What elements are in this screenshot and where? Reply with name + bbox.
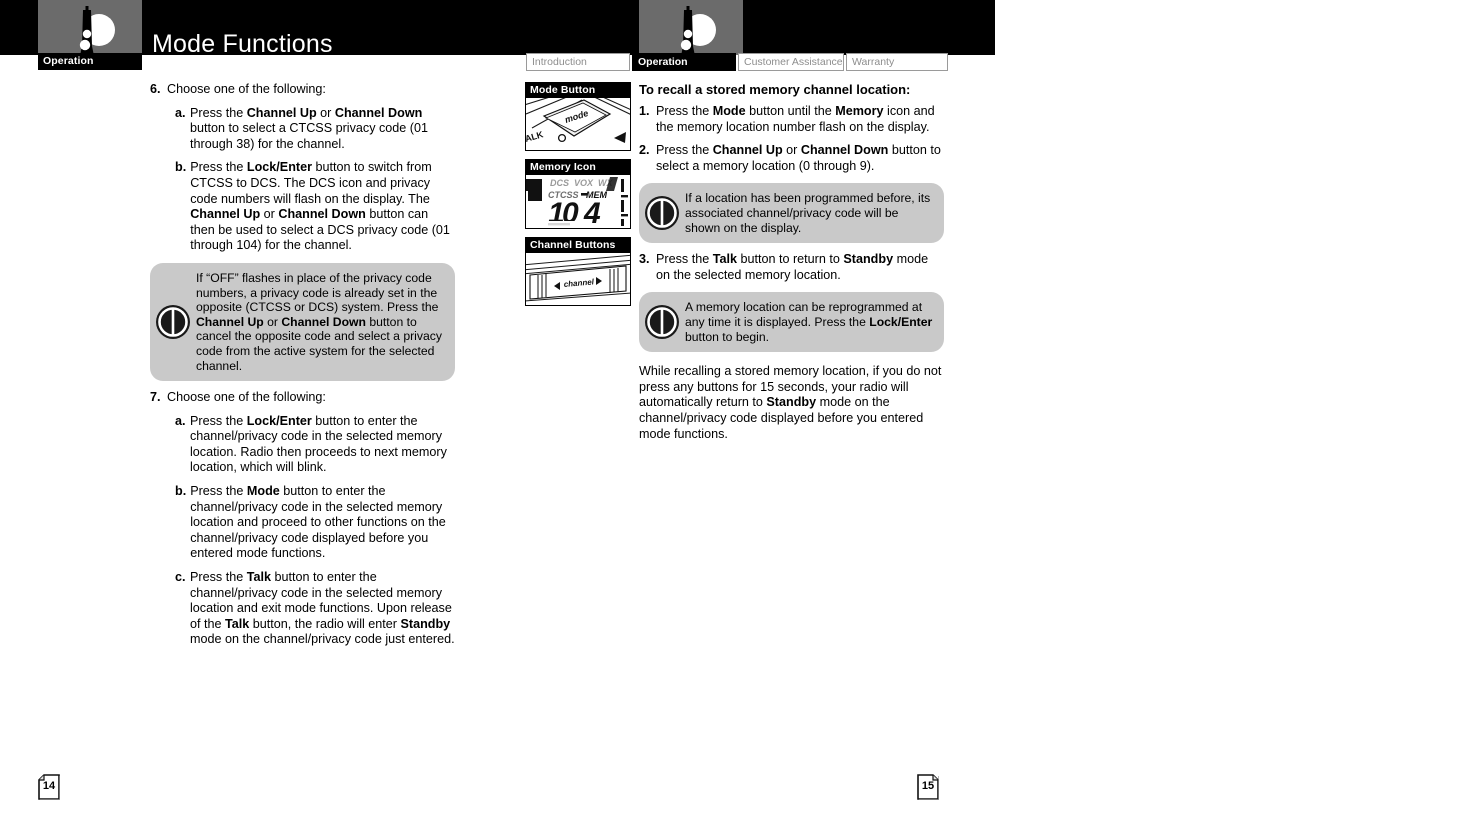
step-6-text: Choose one of the following:: [167, 82, 326, 96]
page-number-right-text: 15: [921, 780, 935, 792]
recall-step-1-marker: 1.: [639, 104, 650, 118]
step-6a-text: Press the Channel Up or Channel Down but…: [190, 105, 428, 151]
page-number-left: 14: [38, 774, 60, 800]
step-7c-marker: c.: [175, 570, 186, 585]
tab-warranty[interactable]: Warranty: [846, 53, 948, 71]
figure-channel-buttons: Channel Buttons channel: [525, 237, 631, 306]
step-6b-marker: b.: [175, 160, 187, 175]
step-7a: a. Press the Lock/Enter button to enter …: [175, 414, 455, 476]
header-black-bar: [0, 0, 995, 55]
note-info-icon: [645, 196, 679, 231]
step-6-substeps: a. Press the Channel Up or Channel Down …: [150, 106, 455, 254]
step-6: 6. Choose one of the following:: [150, 82, 455, 98]
page-number-right: 15: [917, 774, 939, 800]
section-tab-nav[interactable]: Introduction Operation Customer Assistan…: [526, 53, 950, 71]
step-7c-text: Press the Talk button to enter the chann…: [190, 570, 455, 647]
step-6b-text: Press the Lock/Enter button to switch fr…: [190, 160, 450, 253]
tab-operation[interactable]: Operation: [632, 53, 736, 71]
figure-channel-buttons-caption: Channel Buttons: [526, 238, 630, 253]
step-6b: b. Press the Lock/Enter button to switch…: [175, 160, 455, 254]
step-6-marker: 6.: [150, 82, 161, 96]
note-info-icon: [156, 305, 190, 340]
svg-text:VOX: VOX: [574, 178, 594, 188]
note-bubble-text: A memory location can be reprogrammed at…: [639, 292, 944, 353]
tab-introduction[interactable]: Introduction: [526, 53, 630, 71]
step-7b-text: Press the Mode button to enter the chann…: [190, 484, 446, 561]
step-7: 7. Choose one of the following:: [150, 390, 455, 406]
step-6a: a. Press the Channel Up or Channel Down …: [175, 106, 455, 153]
figure-column: Mode Button mode ALK Memory Icon DCS VOX…: [525, 82, 631, 314]
header-logo-block-left: [38, 0, 142, 61]
figure-mode-button-caption: Mode Button: [526, 83, 630, 98]
recall-step-1: 1. Press the Mode button until the Memor…: [639, 104, 944, 135]
note-bubble-text: If a location has been programmed before…: [639, 183, 944, 244]
recall-step-3: 3. Press the Talk button to return to St…: [639, 252, 944, 283]
step-7-text: Choose one of the following:: [167, 390, 326, 405]
note-info-icon: [645, 305, 679, 340]
note-callout-reprogram: A memory location can be reprogrammed at…: [639, 292, 944, 353]
mode-button-photo: mode ALK: [526, 98, 630, 150]
recall-step-3-marker: 3.: [639, 252, 650, 267]
header-logo-block-right: [639, 0, 743, 61]
header-logo-tab-left: Operation: [38, 53, 142, 70]
right-page-content: To recall a stored memory channel locati…: [639, 82, 944, 442]
page-title: Mode Functions: [152, 30, 333, 58]
step-7b-marker: b.: [175, 484, 187, 499]
figure-mode-button: Mode Button mode ALK: [525, 82, 631, 151]
recall-step-2-marker: 2.: [639, 143, 650, 158]
step-7a-marker: a.: [175, 413, 186, 428]
step-7a-text: Press the Lock/Enter button to enter the…: [190, 413, 447, 475]
recall-step-2: 2. Press the Channel Up or Channel Down …: [639, 143, 944, 174]
tab-customer-assistance[interactable]: Customer Assistance: [738, 53, 844, 71]
step-7c: c. Press the Talk button to enter the ch…: [175, 570, 455, 648]
note-callout-programmed-location: If a location has been programmed before…: [639, 183, 944, 244]
note-callout-off-flash: If “OFF” flashes in place of the privacy…: [150, 262, 455, 382]
figure-memory-icon-caption: Memory Icon: [526, 160, 630, 175]
right-page-heading: To recall a stored memory channel locati…: [639, 82, 911, 97]
left-page-content: 6. Choose one of the following: a. Press…: [150, 82, 455, 656]
note-bubble-text: If “OFF” flashes in place of the privacy…: [150, 262, 455, 382]
recall-step-2-text: Press the Channel Up or Channel Down but…: [656, 143, 941, 173]
step-7b: b. Press the Mode button to enter the ch…: [175, 484, 455, 562]
memory-icon-lcd: DCS VOX WX CTCSS MEM 1 0 4: [526, 175, 630, 228]
recall-step-1-text: Press the Mode button until the Memory i…: [656, 104, 935, 134]
page-number-left-text: 14: [42, 780, 56, 792]
step-7-substeps: a. Press the Lock/Enter button to enter …: [150, 414, 455, 648]
closing-paragraph: While recalling a stored memory location…: [639, 364, 942, 441]
step-6a-marker: a.: [175, 105, 186, 120]
svg-text:4: 4: [583, 197, 601, 228]
svg-text:DCS: DCS: [550, 178, 569, 188]
channel-buttons-photo: channel: [526, 253, 630, 305]
recall-step-3-text: Press the Talk button to return to Stand…: [656, 252, 929, 282]
figure-memory-icon: Memory Icon DCS VOX WX CTCSS MEM 1 0 4: [525, 159, 631, 229]
step-7-marker: 7.: [150, 390, 161, 405]
